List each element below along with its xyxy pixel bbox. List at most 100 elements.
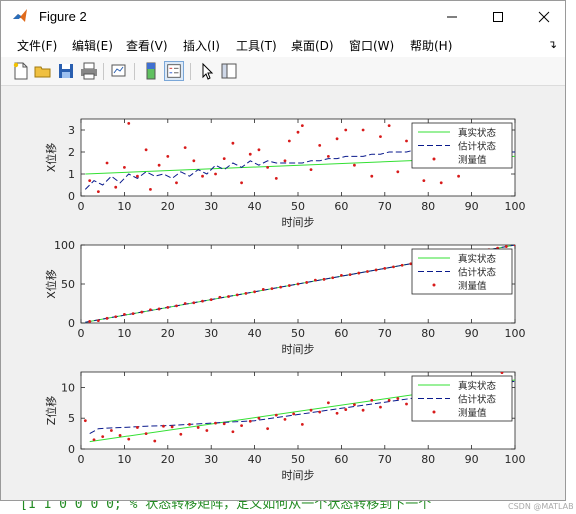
legend-marker: [432, 410, 436, 414]
print-icon[interactable]: [79, 61, 99, 81]
measurement-point: [335, 411, 339, 415]
x-tick-label: 90: [465, 327, 479, 340]
figure-canvas: 0 10 20 30 40 50 60 70 80 90 100 0 1 2 3 时间步 X位移 真实状态 估计状态…: [1, 86, 565, 500]
new-figure-icon[interactable]: [11, 61, 31, 81]
x-tick-label: 30: [204, 200, 218, 213]
measurement-point: [400, 263, 404, 267]
measurement-point: [379, 135, 382, 138]
x-tick-label: 10: [117, 453, 131, 466]
measurement-point: [274, 177, 278, 180]
measurement-point: [287, 139, 291, 143]
measurement-point: [214, 421, 217, 425]
legend-label: 估计状态: [458, 141, 497, 153]
legend-icon[interactable]: [164, 61, 184, 81]
legend: 真实状态估计状态测量值: [411, 248, 513, 295]
measurement-point: [257, 416, 261, 420]
measurement-point: [357, 271, 361, 275]
save-icon[interactable]: [56, 61, 76, 81]
measurement-point: [370, 174, 374, 178]
measurement-point: [309, 168, 313, 171]
measurement-point: [210, 115, 213, 118]
legend-label: 测量值: [458, 407, 487, 419]
measurement-point: [105, 161, 109, 165]
measurement-point: [96, 319, 100, 323]
matlab-icon: [13, 9, 27, 22]
measurement-point: [92, 438, 96, 442]
dock-icon[interactable]: ↴: [548, 38, 557, 51]
menu-window[interactable]: 窗口(W): [349, 37, 394, 54]
measurement-point: [235, 293, 239, 297]
measurement-point: [222, 422, 226, 426]
menu-view[interactable]: 查看(V): [126, 37, 168, 54]
minimize-button[interactable]: [429, 1, 475, 33]
y-axis-label: X位移: [44, 269, 58, 299]
measurement-point: [361, 128, 365, 132]
measurement-point: [188, 422, 191, 426]
measurement-point: [366, 270, 369, 273]
link-plot-icon[interactable]: [109, 61, 129, 81]
x-tick-label: 40: [248, 200, 262, 213]
open-file-icon[interactable]: [33, 61, 53, 81]
x-tick-label: 60: [334, 453, 348, 466]
maximize-button[interactable]: [475, 1, 521, 33]
x-axis-label: 时间步: [282, 343, 315, 356]
menu-insert[interactable]: 插入(I): [183, 37, 220, 54]
x-tick-label: 70: [378, 327, 392, 340]
measurement-point: [279, 285, 283, 289]
measurement-point: [218, 295, 222, 299]
measurement-point: [253, 290, 256, 294]
legend-label: 估计状态: [458, 267, 497, 279]
legend-label: 测量值: [458, 280, 487, 292]
menu-file[interactable]: 文件(F): [17, 37, 57, 54]
menu-tools[interactable]: 工具(T): [236, 37, 277, 54]
measurement-point: [83, 419, 87, 423]
x-tick-label: 100: [505, 200, 526, 213]
menu-help[interactable]: 帮助(H): [410, 37, 452, 54]
measurement-point: [131, 312, 135, 316]
x-tick-label: 40: [248, 453, 262, 466]
minimize-icon: [447, 16, 457, 18]
x-tick-label: 30: [204, 453, 218, 466]
measurement-point: [261, 288, 265, 291]
window-title: Figure 2: [39, 9, 87, 24]
x-tick-label: 70: [378, 453, 392, 466]
legend-marker: [432, 157, 436, 161]
x-tick-label: 50: [291, 327, 305, 340]
legend-label: 真实状态: [458, 127, 497, 139]
colorbar-icon[interactable]: [141, 61, 161, 81]
measurement-point: [283, 159, 287, 163]
measurement-point: [192, 301, 196, 305]
menu-desktop[interactable]: 桌面(D): [291, 37, 334, 54]
measurement-point: [322, 277, 326, 281]
measurement-point: [192, 159, 196, 163]
y-axis-label: X位移: [44, 143, 58, 173]
menu-edit[interactable]: 编辑(E): [72, 37, 113, 54]
measurement-point: [231, 141, 235, 145]
subplot-1: 0 10 20 30 40 50 60 70 80 90 100 0 1 2 3 时间步 X位移 真实状态估计状态…: [44, 115, 526, 229]
close-icon: [538, 11, 550, 23]
toolbar-separator: [134, 63, 135, 80]
legend: 真实状态估计状态测量值: [411, 122, 513, 169]
measurement-point: [140, 310, 144, 314]
measurement-point: [205, 429, 209, 432]
x-tick-label: 90: [465, 453, 479, 466]
measurement-point: [231, 430, 235, 434]
y-tick-label: 0: [68, 317, 75, 330]
measurement-point: [270, 287, 274, 291]
maximize-icon: [493, 12, 503, 22]
x-tick-label: 40: [248, 327, 262, 340]
x-axis-label: 时间步: [282, 469, 315, 482]
y-tick-label: 10: [61, 381, 75, 394]
measurement-point: [387, 124, 391, 127]
measurement-point: [326, 401, 330, 405]
measurement-point: [340, 274, 343, 277]
edit-plot-icon[interactable]: [197, 61, 217, 81]
toolbar: [1, 57, 565, 86]
measurement-point: [201, 299, 204, 303]
measurement-point: [109, 429, 113, 432]
measurement-point: [335, 137, 339, 141]
toolbar-separator: [190, 63, 191, 80]
measurement-point: [144, 148, 148, 152]
property-inspector-icon[interactable]: [219, 61, 239, 81]
close-button[interactable]: [521, 1, 567, 33]
